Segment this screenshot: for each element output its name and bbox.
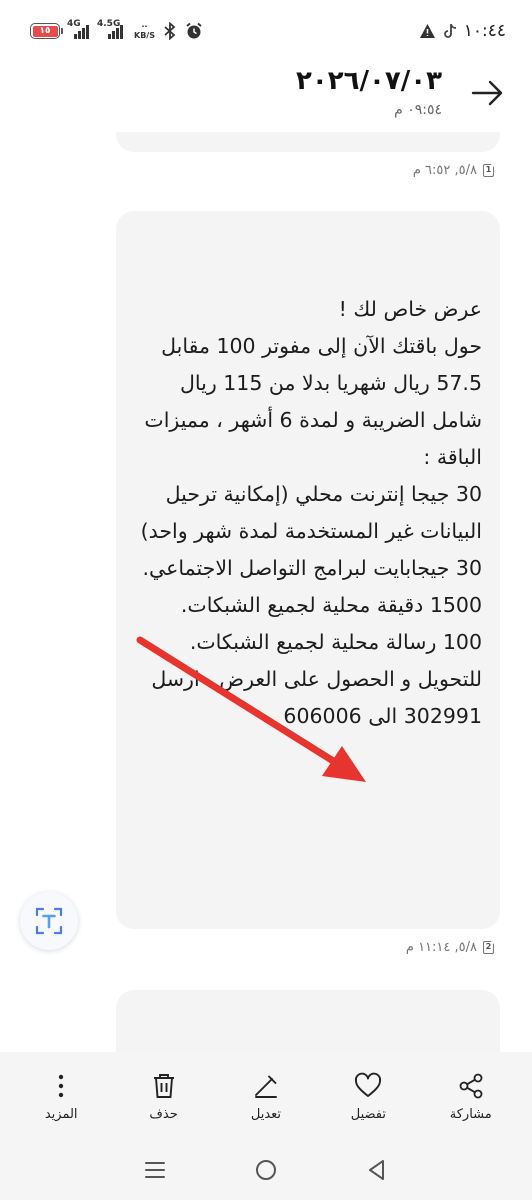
battery-level: ١٥ [32,25,58,37]
signal-icon: 4G [67,19,90,39]
message-timestamp: ٥/٨, ٦:٥٢ م [412,163,477,178]
text-recognition-button[interactable] [20,892,78,950]
trash-icon [153,1073,174,1098]
status-left: ١٥ 4G 4.5G ·· KB/S [30,19,203,40]
favorite-button[interactable]: تفضيل [328,1071,408,1122]
alarm-icon [186,22,202,39]
share-icon [459,1073,483,1098]
more-label: المزيد [44,1106,78,1122]
message-timestamp: ٥/٨, ١١:١٤ م [405,940,477,955]
network-label-2: 4.5G [97,19,121,29]
status-right: ١٠:٤٤ [419,21,506,41]
home-icon[interactable] [254,1158,278,1182]
message-bubble[interactable]: عرض خاص لك ! حول باقتك الآن إلى مفوتر 10… [116,211,500,929]
share-label: مشاركة [449,1106,492,1122]
pen-icon [255,1075,277,1098]
bluetooth-icon [164,22,176,40]
clock: ١٠:٤٤ [463,21,506,41]
back-icon[interactable] [365,1158,389,1182]
network-speed: ·· KB/S [134,22,155,40]
more-vertical-icon [58,1074,64,1097]
system-nav-bar [0,1140,532,1200]
network-label-1: 4G [67,19,81,29]
text-scan-icon [35,907,63,935]
message-meta: 1 ٥/٨, ٦:٥٢ م [413,163,494,178]
delete-label: حذف [149,1106,178,1122]
bottom-toolbar: مشاركة تفضيل تعديل حذف المزيد [0,1052,532,1140]
heart-icon [355,1072,382,1097]
signal-icon: 4.5G [97,19,126,39]
favorite-label: تفضيل [350,1106,386,1122]
page-title: ٢٠٢٦/٠٧/٠٣ [296,66,442,96]
sim-card-icon: 1 [483,164,494,177]
message-meta: 2 ٥/٨, ١١:١٤ م [406,940,494,955]
edit-label: تعديل [250,1106,282,1122]
previous-message-bubble[interactable] [116,132,500,152]
warning-icon [419,24,435,38]
share-button[interactable]: مشاركة [431,1071,511,1122]
tiktok-icon [443,23,456,38]
edit-button[interactable]: تعديل [226,1071,306,1122]
more-button[interactable]: المزيد [21,1071,101,1122]
status-bar: ١٥ 4G 4.5G ·· KB/S ١٠:٤٤ [0,0,532,62]
back-arrow-icon[interactable] [470,76,504,110]
recent-apps-icon[interactable] [143,1158,167,1182]
message-body: عرض خاص لك ! حول باقتك الآن إلى مفوتر 10… [140,297,482,728]
page-subtitle: ٠٩:٥٤ م [394,102,442,118]
conversation-header: ٢٠٢٦/٠٧/٠٣ ٠٩:٥٤ م [0,62,532,142]
sim-card-icon: 2 [483,941,494,954]
battery-icon: ١٥ [30,23,63,39]
delete-button[interactable]: حذف [124,1071,204,1122]
